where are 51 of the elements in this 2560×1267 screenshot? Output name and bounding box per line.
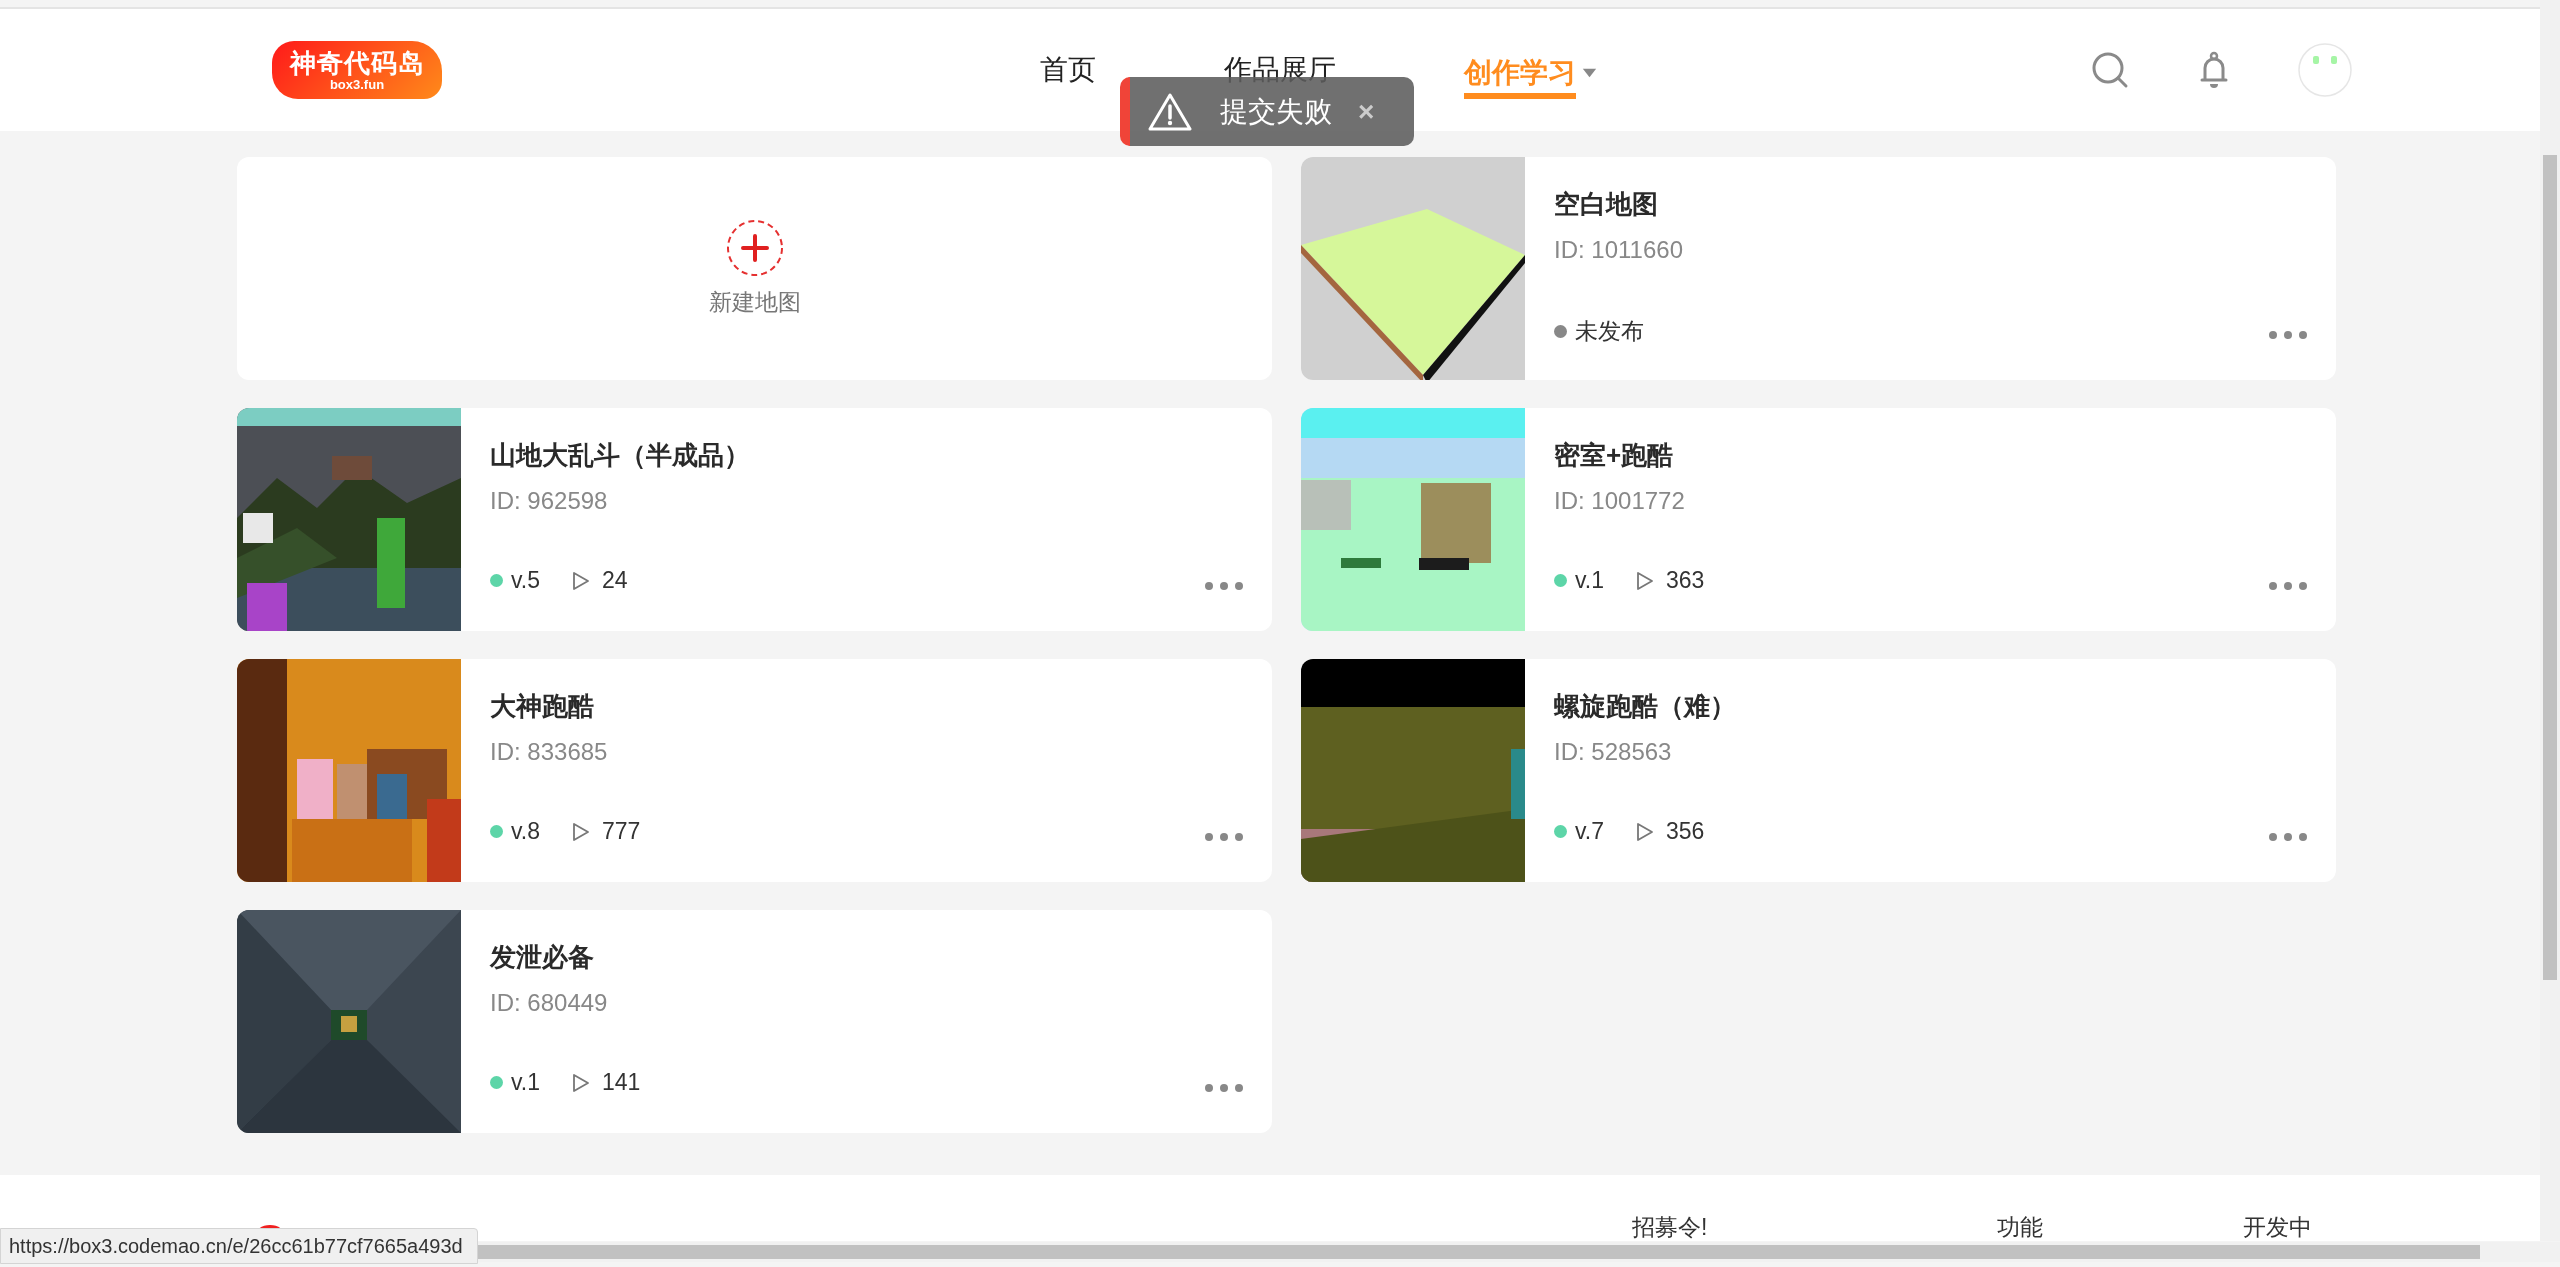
play-count: 141 <box>602 1069 641 1096</box>
more-icon[interactable] <box>1204 1083 1244 1093</box>
caret-icon <box>1582 67 1597 78</box>
version-label: v.1 <box>511 1069 540 1096</box>
plus-icon <box>725 219 784 277</box>
play-count: 363 <box>1666 567 1705 594</box>
map-card[interactable]: 发泄必备 ID: 680449 v.1 141 <box>237 910 1272 1133</box>
map-title: 螺旋跑酷（难） <box>1554 690 1737 723</box>
more-icon[interactable] <box>2268 581 2308 591</box>
map-id: ID: 1011660 <box>1554 236 1684 264</box>
map-id: ID: 680449 <box>490 989 609 1017</box>
more-icon[interactable] <box>2268 330 2308 340</box>
play-count: 356 <box>1666 818 1705 845</box>
map-title: 空白地图 <box>1554 188 1659 221</box>
publish-status: 未发布 <box>1575 317 1644 346</box>
map-card[interactable]: 大神跑酷 ID: 833685 v.8 777 <box>237 659 1272 882</box>
more-icon[interactable] <box>1204 581 1244 591</box>
search-icon[interactable] <box>2090 50 2130 90</box>
more-icon[interactable] <box>2268 832 2308 842</box>
nav-tab[interactable]: 首页 <box>1040 9 1096 131</box>
version-label: v.5 <box>511 567 540 594</box>
map-title: 发泄必备 <box>490 941 595 974</box>
map-title: 大神跑酷 <box>490 690 595 723</box>
map-card[interactable]: 螺旋跑酷（难） ID: 528563 v.7 356 <box>1301 659 2336 882</box>
toast-message: 提交失败 <box>1220 94 1332 129</box>
more-icon[interactable] <box>1204 832 1244 842</box>
map-id: ID: 833685 <box>490 738 609 766</box>
version-label: v.7 <box>1575 818 1604 845</box>
map-title: 密室+跑酷 <box>1554 439 1675 472</box>
warning-icon <box>1148 91 1192 132</box>
footer-link[interactable]: 开发中 <box>2243 1216 2313 1239</box>
play-count: 777 <box>602 818 641 845</box>
version-label: v.1 <box>1575 567 1604 594</box>
version-label: v.8 <box>511 818 540 845</box>
map-id: ID: 962598 <box>490 487 609 515</box>
map-card[interactable]: 空白地图 ID: 1011660 未发布 <box>1301 157 2336 380</box>
footer-link[interactable]: 功能 <box>1997 1216 2044 1239</box>
new-map-label: 新建地图 <box>708 288 801 317</box>
map-title: 山地大乱斗（半成品） <box>490 439 751 472</box>
map-id: ID: 1001772 <box>1554 487 1686 515</box>
play-icon <box>1636 821 1654 842</box>
play-count: 24 <box>602 567 628 594</box>
new-map-card[interactable]: 新建地图 <box>237 157 1272 380</box>
play-icon <box>572 821 590 842</box>
play-icon <box>572 1072 590 1093</box>
footer-link[interactable]: 招募令! <box>1632 1216 1708 1239</box>
play-icon <box>572 570 590 591</box>
map-card[interactable]: 密室+跑酷 ID: 1001772 v.1 363 <box>1301 408 2336 631</box>
play-icon <box>1636 570 1654 591</box>
map-id: ID: 528563 <box>1554 738 1673 766</box>
map-card[interactable]: 山地大乱斗（半成品） ID: 962598 v.5 24 <box>237 408 1272 631</box>
